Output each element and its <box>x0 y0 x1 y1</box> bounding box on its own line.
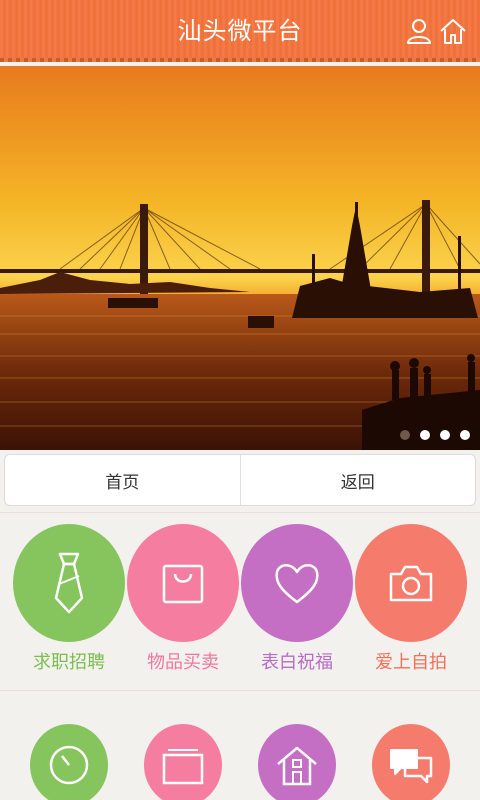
grid-label: 爱上自拍 <box>375 652 447 673</box>
circle-button[interactable] <box>258 724 336 800</box>
app-screen: 汕头微平台 首页 返回 求职招聘 物品买卖 表白祝福 爱上自拍 <box>0 0 480 800</box>
circle-button[interactable] <box>30 724 108 800</box>
grid-item-house[interactable] <box>240 724 354 800</box>
banner-carousel[interactable] <box>0 66 480 450</box>
grid-item-chat[interactable] <box>354 724 468 800</box>
section-divider <box>0 690 480 691</box>
carousel-dot[interactable] <box>440 430 450 440</box>
tab-home[interactable]: 首页 <box>5 455 240 505</box>
grid-label: 物品买卖 <box>147 652 219 673</box>
grid-label: 求职招聘 <box>33 652 105 673</box>
carousel-dot[interactable] <box>460 430 470 440</box>
grid-item-selfie[interactable]: 爱上自拍 <box>354 524 468 674</box>
carousel-dot[interactable] <box>400 430 410 440</box>
grid-item-clock[interactable] <box>12 724 126 800</box>
camera-icon <box>389 565 433 602</box>
circle-button[interactable] <box>144 724 222 800</box>
circle-button[interactable] <box>241 524 353 642</box>
carousel-indicators <box>400 430 470 440</box>
circle-button[interactable] <box>13 524 125 642</box>
category-row-2 <box>0 724 480 800</box>
circle-button[interactable] <box>372 724 450 800</box>
heart-icon <box>275 564 319 604</box>
sunset-bridge-image <box>0 66 480 450</box>
chat-icon <box>390 749 433 784</box>
carousel-dot[interactable] <box>420 430 430 440</box>
folder-icon <box>162 749 204 785</box>
user-icon[interactable] <box>404 16 434 46</box>
category-row-1: 求职招聘 物品买卖 表白祝福 爱上自拍 <box>0 524 480 674</box>
clock-icon <box>49 745 89 785</box>
shopping-bag-icon <box>162 564 204 604</box>
house-icon <box>277 746 317 786</box>
tab-back[interactable]: 返回 <box>239 455 476 505</box>
grid-item-confession[interactable]: 表白祝福 <box>240 524 354 674</box>
grid-item-trade[interactable]: 物品买卖 <box>126 524 240 674</box>
grid-label: 表白祝福 <box>261 652 333 673</box>
grid-item-folder[interactable] <box>126 724 240 800</box>
circle-button[interactable] <box>127 524 239 642</box>
top-bar: 汕头微平台 <box>0 0 480 62</box>
home-icon[interactable] <box>438 16 468 46</box>
grid-item-jobs[interactable]: 求职招聘 <box>12 524 126 674</box>
nav-tabs: 首页 返回 <box>4 454 476 506</box>
section-divider <box>0 512 480 513</box>
tie-icon <box>54 552 84 614</box>
circle-button[interactable] <box>355 524 467 642</box>
